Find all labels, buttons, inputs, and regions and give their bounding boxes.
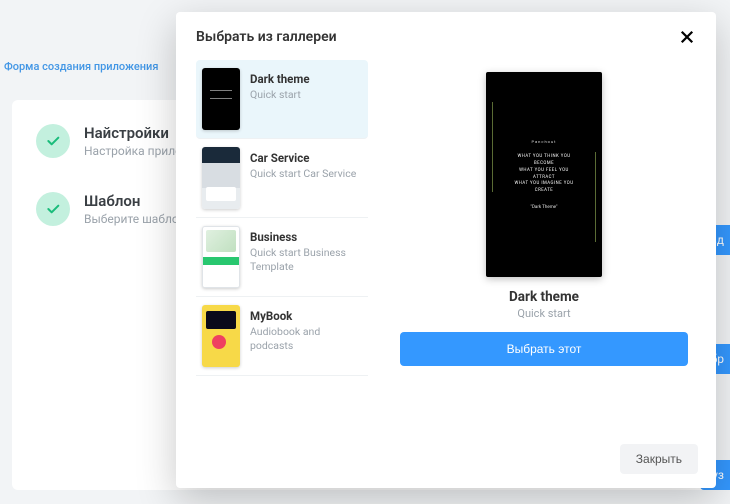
gallery-item-dark-theme[interactable]: Dark theme Quick start (196, 60, 368, 139)
item-subtitle: Audiobook and podcasts (250, 325, 362, 352)
gallery-modal: Выбрать из галлереи Dark theme Quick sta… (176, 12, 716, 488)
preview-subtitle: Quick start (517, 307, 570, 320)
gallery-item-car-service[interactable]: Car Service Quick start Car Service (196, 139, 368, 218)
thumbnail (202, 147, 240, 209)
thumbnail (202, 226, 240, 288)
preview-image: Panchout WHAT YOU THINK YOU BECOME WHAT … (486, 72, 602, 277)
preview-text: WHAT YOU IMAGINE YOU (515, 181, 574, 188)
thumbnail (202, 68, 240, 130)
preview-text: ATTRACT (515, 175, 574, 182)
item-subtitle: Quick start (250, 88, 310, 102)
step-title: Шаблон (84, 192, 186, 210)
item-title: Car Service (250, 151, 356, 165)
gallery-list[interactable]: Dark theme Quick start Car Service Quick… (196, 60, 374, 426)
gallery-item-mybook[interactable]: MyBook Audiobook and podcasts (196, 297, 368, 376)
preview-brand: Panchout (515, 139, 574, 144)
preview-author: "Dark Theme" (515, 205, 574, 210)
item-title: MyBook (250, 309, 362, 323)
modal-header: Выбрать из галлереи (176, 12, 716, 60)
item-subtitle: Quick start Business Template (250, 246, 362, 273)
close-button[interactable]: Закрыть (620, 444, 698, 474)
step-subtitle: Выберите шаблон (84, 212, 186, 226)
modal-title: Выбрать из галлереи (196, 29, 337, 45)
gallery-item-business[interactable]: Business Quick start Business Template (196, 218, 368, 297)
breadcrumb[interactable]: Форма создания приложения (4, 60, 158, 73)
preview-text: WHAT YOU FEEL YOU (515, 168, 574, 175)
preview-text: CREATE (515, 188, 574, 195)
thumbnail (202, 305, 240, 367)
item-title: Business (250, 230, 362, 244)
select-button[interactable]: Выбрать этот (400, 332, 688, 366)
item-title: Dark theme (250, 72, 310, 86)
close-icon[interactable] (678, 28, 696, 46)
preview-text: BECOME (515, 161, 574, 168)
check-icon (36, 124, 70, 158)
preview-text: WHAT YOU THINK YOU (515, 154, 574, 161)
check-icon (36, 192, 70, 226)
modal-footer: Закрыть (176, 434, 716, 488)
item-subtitle: Quick start Car Service (250, 167, 356, 181)
modal-body: Dark theme Quick start Car Service Quick… (176, 60, 716, 434)
preview-pane: Panchout WHAT YOU THINK YOU BECOME WHAT … (386, 60, 702, 426)
preview-title: Dark theme (509, 289, 579, 305)
